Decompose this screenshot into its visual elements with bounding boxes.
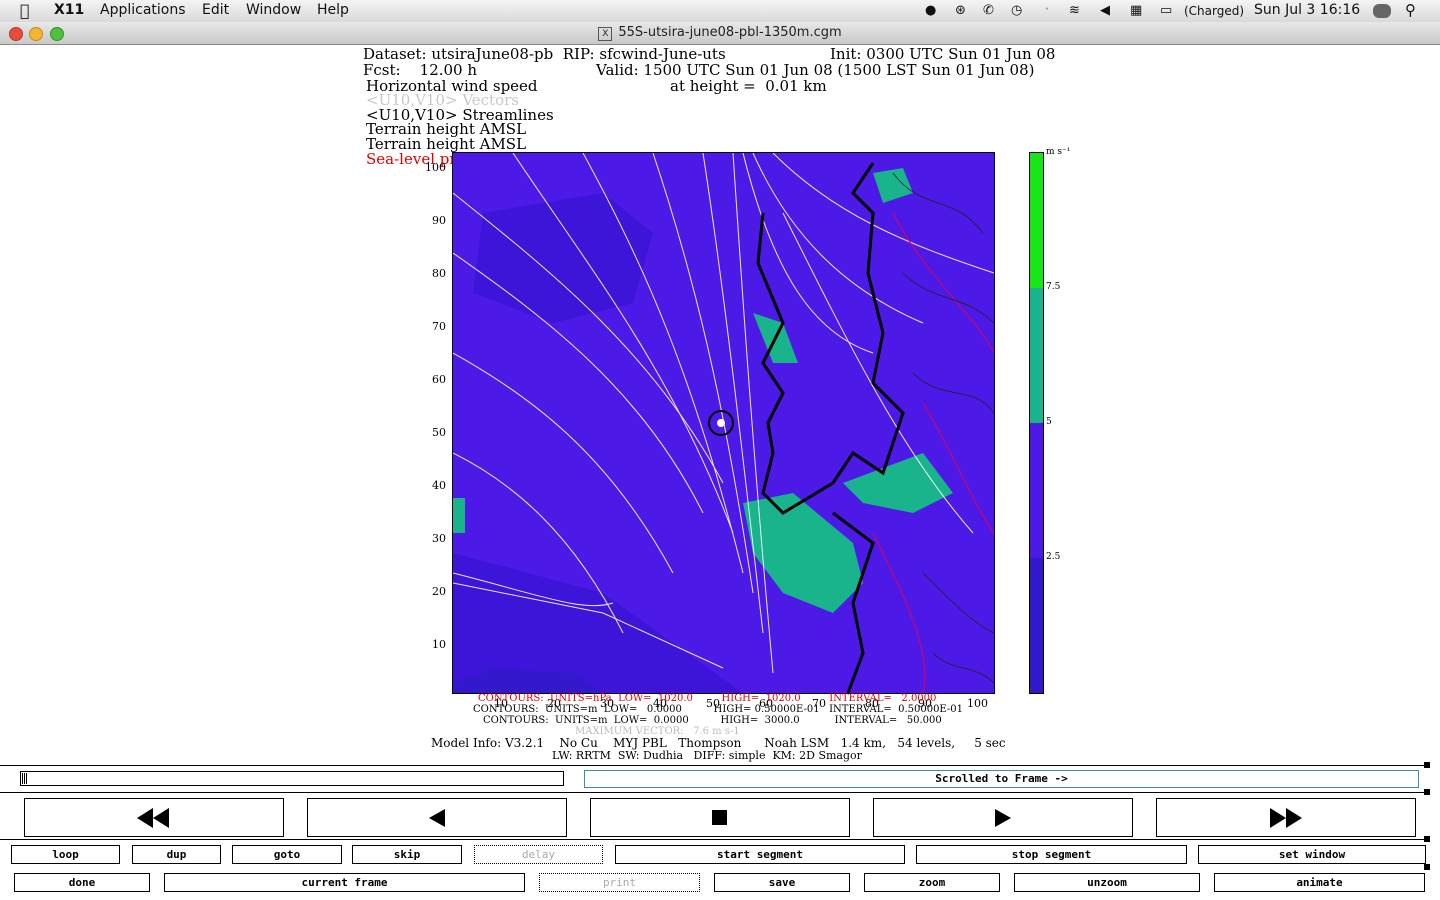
colorbar-label: 2.5 [1046, 552, 1061, 562]
menu-edit[interactable]: Edit [202, 2, 229, 18]
wifi-icon[interactable]: ≋ [1069, 3, 1080, 18]
colorbar-band [1030, 558, 1043, 693]
colorbar-label: 5 [1046, 417, 1052, 427]
menu-app-name[interactable]: X11 [54, 2, 84, 18]
stop-button[interactable] [590, 798, 850, 837]
colorbar-label: 7.5 [1046, 282, 1061, 292]
height-label: at height = 0.01 km [670, 77, 827, 95]
valid-time: Valid: 1500 UTC Sun 01 Jun 08 (1500 LST … [596, 61, 1035, 79]
set-window-button[interactable]: set window [1198, 845, 1426, 864]
menubar-clock[interactable]: Sun Jul 3 16:16 [1254, 2, 1360, 18]
step-forward-icon [995, 809, 1011, 827]
contours-terrain-info-2: CONTOURS: UNITS=m LOW= 0.0000 HIGH= 3000… [483, 715, 942, 726]
battery-status: (Charged) [1184, 4, 1245, 18]
battery-icon[interactable]: ▭ [1160, 3, 1172, 18]
colorbar-unit: m s⁻¹ [1046, 147, 1071, 157]
time-machine-icon[interactable]: ◷ [1011, 3, 1022, 18]
physics-info-line: LW: RRTM SW: Dudhia DIFF: simple KM: 2D … [552, 749, 862, 762]
done-button[interactable]: done [14, 873, 150, 892]
bluetooth-icon[interactable]: ᛫ [1043, 3, 1051, 18]
frame-status-text: Scrolled to Frame -> [935, 772, 1068, 785]
stop-segment-button[interactable]: stop segment [916, 845, 1187, 864]
menubar:  X11 Applications Edit Window Help ● ⊛ … [0, 0, 1440, 23]
separator [0, 765, 1430, 766]
print-button[interactable]: print [539, 873, 700, 892]
separator [0, 839, 1430, 840]
menu-help[interactable]: Help [317, 2, 349, 18]
y-tick: 60 [432, 373, 446, 386]
forecast-hour: Fcst: 12.00 h [363, 61, 478, 79]
step-back-button[interactable] [307, 798, 567, 837]
save-button[interactable]: save [714, 873, 850, 892]
resize-handle[interactable] [1424, 864, 1430, 870]
antenna-icon[interactable]: ⊛ [955, 3, 966, 18]
y-tick: 10 [432, 638, 446, 651]
scroll-thumb[interactable] [22, 773, 28, 784]
x11-icon: X [598, 27, 613, 41]
y-tick: 90 [432, 214, 446, 227]
animate-button[interactable]: animate [1214, 873, 1425, 892]
x-tick: 100 [967, 697, 988, 710]
resize-handle[interactable] [1424, 789, 1430, 795]
y-tick: 80 [432, 267, 446, 280]
dataset-line: Dataset: utsiraJune08-pb RIP: sfcwind-Ju… [363, 45, 726, 63]
colorbar-band [1030, 288, 1043, 423]
current-frame-button[interactable]: current frame [164, 873, 525, 892]
unzoom-button[interactable]: unzoom [1014, 873, 1200, 892]
skip-button[interactable]: skip [352, 845, 462, 864]
window-titlebar[interactable]: X 55S-utsira-june08-pbl-1350m.cgm [0, 22, 1440, 45]
phone-icon[interactable]: ✆ [983, 3, 994, 18]
high-speed-region [453, 498, 465, 533]
colorbar-band [1030, 153, 1043, 288]
loop-button[interactable]: loop [11, 845, 120, 864]
frame-scrollbar[interactable] [20, 771, 564, 786]
map-svg [453, 153, 994, 693]
delay-button[interactable]: delay [474, 845, 603, 864]
y-tick: 30 [432, 532, 446, 545]
window-title: 55S-utsira-june08-pbl-1350m.cgm [618, 25, 842, 40]
menu-applications[interactable]: Applications [100, 2, 186, 18]
apple-icon[interactable]:  [20, 1, 30, 20]
resize-handle[interactable] [1424, 762, 1430, 768]
y-tick: 20 [432, 585, 446, 598]
separator [0, 792, 1430, 793]
alien-icon[interactable]: ● [925, 3, 936, 18]
resize-handle[interactable] [1424, 836, 1430, 842]
menu-window[interactable]: Window [246, 2, 301, 18]
step-back-icon [429, 809, 445, 827]
island-marker [717, 419, 725, 427]
y-tick: 50 [432, 426, 446, 439]
y-tick: 100 [425, 161, 446, 174]
colorbar [1029, 152, 1044, 694]
spotlight-search-icon[interactable]: ⚲ [1405, 1, 1416, 19]
contours-terrain-info-1: CONTOURS: UNITS=m LOW= 0.0000 HIGH= 0.50… [473, 704, 964, 715]
start-segment-button[interactable]: start segment [615, 845, 905, 864]
init-time: Init: 0300 UTC Sun 01 Jun 08 [830, 45, 1056, 63]
rewind-button[interactable] [24, 798, 284, 837]
fast-forward-button[interactable] [1156, 798, 1416, 837]
step-forward-button[interactable] [873, 798, 1133, 837]
y-tick: 40 [432, 479, 446, 492]
calendar-icon[interactable]: ▦ [1130, 3, 1142, 18]
y-tick: 70 [432, 320, 446, 333]
zoom-button[interactable]: zoom [864, 873, 1000, 892]
goto-button[interactable]: goto [232, 845, 342, 864]
wind-speed-map[interactable] [452, 152, 995, 694]
frame-status-field: Scrolled to Frame -> [584, 770, 1419, 788]
volume-icon[interactable]: ◀ [1100, 3, 1110, 18]
dup-button[interactable]: dup [132, 845, 221, 864]
colorbar-band [1030, 423, 1043, 558]
user-icon[interactable] [1373, 4, 1391, 18]
fast-forward-icon [1270, 808, 1302, 828]
contours-pressure-info: CONTOURS: UNITS=hPa LOW= 1020.0 HIGH= 10… [478, 693, 937, 704]
stop-icon [712, 810, 727, 825]
rewind-icon [137, 808, 169, 828]
